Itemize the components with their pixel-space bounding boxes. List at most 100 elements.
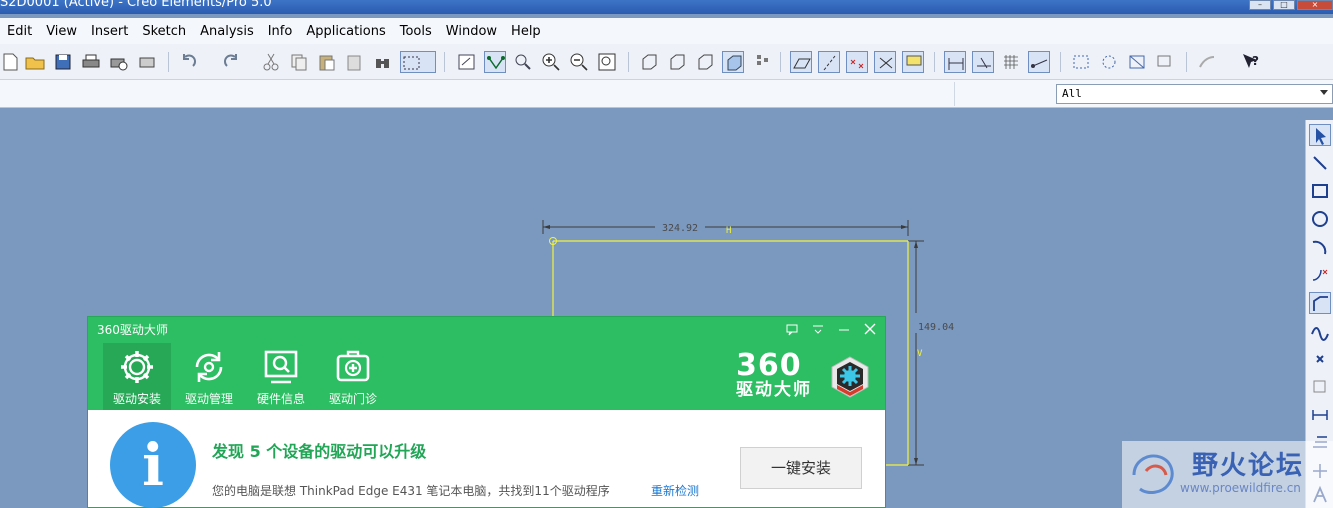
redo-icon[interactable] xyxy=(220,51,242,73)
close-button[interactable]: × xyxy=(1297,0,1333,10)
svg-text:?: ? xyxy=(1252,54,1259,68)
print-icon[interactable] xyxy=(80,51,102,73)
menu-help[interactable]: Help xyxy=(504,24,548,39)
select-arrow-icon[interactable] xyxy=(1309,124,1331,146)
save-icon[interactable] xyxy=(52,51,74,73)
new-file-icon[interactable] xyxy=(0,51,22,73)
regenerate-icon[interactable] xyxy=(456,51,478,73)
menu-edit[interactable]: Edit xyxy=(0,24,39,39)
tab-label: 硬件信息 xyxy=(256,392,305,406)
filter-chain-icon[interactable] xyxy=(1098,51,1120,73)
menu-sketch[interactable]: Sketch xyxy=(135,24,193,39)
menu-info[interactable]: Info xyxy=(261,24,300,39)
tab-driver-install[interactable]: 驱动安装 xyxy=(103,343,171,410)
menu-insert[interactable]: Insert xyxy=(84,24,135,39)
watermark-url: www.proewildfire.cn xyxy=(1180,481,1301,495)
secondary-toolbar: All xyxy=(0,80,1333,108)
view-shading-icon[interactable] xyxy=(638,51,660,73)
point-tool-icon[interactable] xyxy=(1309,348,1331,370)
zoom-out-icon[interactable] xyxy=(568,51,590,73)
dialog-close-icon[interactable] xyxy=(859,321,881,337)
driver-gear-logo-icon xyxy=(831,356,869,398)
selection-filter-select[interactable]: All xyxy=(1056,84,1333,104)
toolbar-separator xyxy=(1186,52,1187,72)
recheck-link[interactable]: 重新检测 xyxy=(651,482,699,499)
dialog-minimize-icon[interactable] xyxy=(833,321,855,337)
use-edge-icon[interactable] xyxy=(1309,376,1331,398)
tab-driver-manage[interactable]: 驱动管理 xyxy=(175,343,243,410)
chamfer-tool-icon[interactable] xyxy=(1309,292,1331,314)
send-mail-icon[interactable] xyxy=(136,51,158,73)
feedback-icon[interactable] xyxy=(781,321,803,337)
zoom-in-icon[interactable] xyxy=(540,51,562,73)
annotations-icon[interactable] xyxy=(902,51,924,73)
device-summary: 您的电脑是联想 ThinkPad Edge E431 笔记本电脑，共找到11个驱… xyxy=(212,484,610,498)
minimize-button[interactable]: – xyxy=(1249,0,1271,10)
dialog-title: 360驱动大师 xyxy=(97,323,168,337)
tab-driver-clinic[interactable]: 驱动门诊 xyxy=(319,343,387,410)
filter-select-icon[interactable] xyxy=(1070,51,1092,73)
tab-label: 驱动门诊 xyxy=(328,392,377,406)
filter-geometry-icon[interactable] xyxy=(1126,51,1148,73)
view-shaded-icon[interactable] xyxy=(722,51,744,73)
fillet-tool-icon[interactable] xyxy=(1309,264,1331,286)
brand-name: 驱动大师 xyxy=(736,380,812,400)
driver-master-dialog: 360驱动大师 驱动安装 驱动管理 硬件信息 驱动门诊 360 驱动大师 i 发… xyxy=(87,316,886,508)
paste-special-icon[interactable] xyxy=(344,51,366,73)
spline-tool-icon[interactable] xyxy=(1309,320,1331,342)
context-help-icon[interactable]: ? xyxy=(1240,51,1262,73)
window-title: S2D0001 (Active) - Creo Elements/Pro 5.0 xyxy=(0,0,272,10)
preview-print-icon[interactable] xyxy=(108,51,130,73)
dim-arrow-icon xyxy=(914,241,918,248)
paste-icon[interactable] xyxy=(316,51,338,73)
display-constraints-icon[interactable] xyxy=(972,51,994,73)
one-click-install-button[interactable]: 一键安装 xyxy=(740,447,862,489)
display-grid-icon[interactable] xyxy=(1000,51,1022,73)
chevron-down-icon xyxy=(1320,90,1328,95)
dimension-vertical[interactable]: 149.04 xyxy=(918,322,954,333)
line-tool-icon[interactable] xyxy=(1309,152,1331,174)
dimension-tool-icon[interactable] xyxy=(1309,404,1331,426)
menu-tools[interactable]: Tools xyxy=(393,24,439,39)
arc-tool-icon[interactable] xyxy=(1309,236,1331,258)
datum-points-icon[interactable] xyxy=(846,51,868,73)
refit-icon[interactable] xyxy=(596,51,618,73)
cut-icon[interactable] xyxy=(260,51,282,73)
info-icon: i xyxy=(110,422,196,508)
toolbar-separator xyxy=(780,52,781,72)
find-icon[interactable] xyxy=(372,51,394,73)
coordinate-systems-icon[interactable] xyxy=(874,51,896,73)
toolbar-separator xyxy=(954,82,955,106)
selection-filter-value: All xyxy=(1062,87,1082,100)
circle-tool-icon[interactable] xyxy=(1309,208,1331,230)
view-hidden-line-icon[interactable] xyxy=(694,51,716,73)
menu-window[interactable]: Window xyxy=(439,24,504,39)
sketch-points-icon[interactable] xyxy=(484,51,506,73)
watermark-logo-icon xyxy=(1132,454,1174,494)
repaint-icon[interactable] xyxy=(512,51,534,73)
menu-applications[interactable]: Applications xyxy=(299,24,392,39)
disabled-tool-icon[interactable] xyxy=(1196,51,1218,73)
maximize-button[interactable]: □ xyxy=(1273,0,1295,10)
menu-dropdown-icon[interactable] xyxy=(807,321,829,337)
datum-planes-icon[interactable] xyxy=(790,51,812,73)
open-folder-icon[interactable] xyxy=(24,51,46,73)
tab-hardware-info[interactable]: 硬件信息 xyxy=(247,343,315,410)
select-box-icon[interactable] xyxy=(400,51,436,73)
monitor-search-icon xyxy=(264,350,298,384)
dim-arrow-icon xyxy=(543,225,550,229)
rectangle-tool-icon[interactable] xyxy=(1309,180,1331,202)
tab-label: 驱动管理 xyxy=(184,392,233,406)
datum-axes-icon[interactable] xyxy=(818,51,840,73)
dimension-horizontal[interactable]: 324.92 xyxy=(662,223,698,234)
display-vertices-icon[interactable] xyxy=(1028,51,1050,73)
undo-icon[interactable] xyxy=(178,51,200,73)
menu-view[interactable]: View xyxy=(39,24,84,39)
view-wireframe-icon[interactable] xyxy=(666,51,688,73)
copy-icon[interactable] xyxy=(288,51,310,73)
filter-datum-icon[interactable] xyxy=(1154,51,1176,73)
toolbar-separator xyxy=(628,52,629,72)
menu-analysis[interactable]: Analysis xyxy=(193,24,261,39)
saved-views-icon[interactable] xyxy=(752,51,774,73)
display-dimensions-icon[interactable] xyxy=(944,51,966,73)
